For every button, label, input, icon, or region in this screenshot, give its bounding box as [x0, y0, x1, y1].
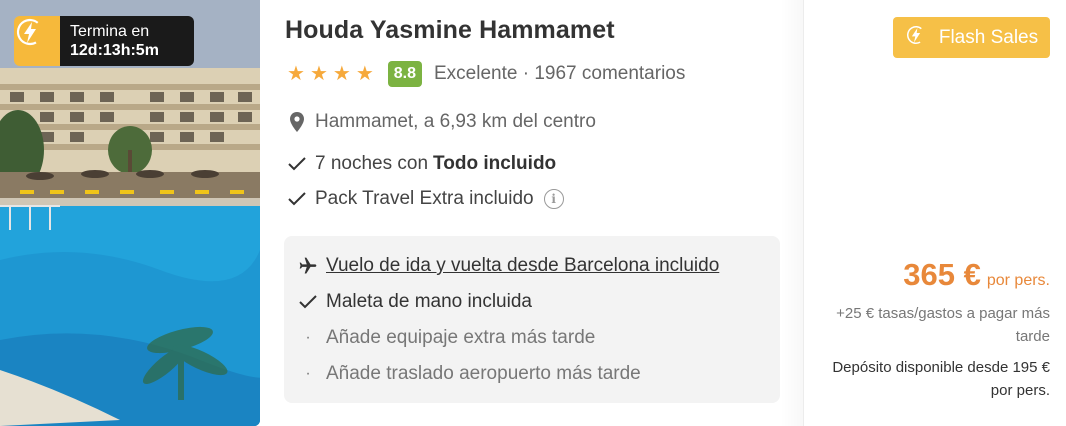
countdown-text: Termina en 12d:13h:5m — [60, 16, 194, 66]
check-icon — [298, 295, 318, 309]
hotel-offer-card[interactable]: Termina en 12d:13h:5m Houda Yasmine Hamm… — [0, 0, 1066, 426]
price: 365 € por pers. — [903, 257, 1050, 293]
info-icon[interactable]: i — [543, 189, 564, 209]
star-icon: ★ — [287, 63, 305, 85]
check-icon — [287, 157, 307, 171]
fees-note: +25 € tasas/gastos a pagar más tarde — [836, 305, 1050, 345]
flash-sales-badge[interactable]: Flash Sales — [893, 17, 1050, 58]
star-icon: ★ — [355, 63, 374, 85]
hotel-location: Hammamet, a 6,93 km del centro — [287, 109, 596, 135]
flash-sales-label: Flash Sales — [938, 26, 1039, 48]
pack-text: Pack Travel Extra incluido — [315, 188, 534, 209]
hotel-photo[interactable]: Termina en 12d:13h:5m — [0, 0, 260, 426]
hotel-name[interactable]: Houda Yasmine Hammamet — [285, 16, 615, 45]
flight-route-row[interactable]: Vuelo de ida y vuelta desde Barcelona in… — [298, 253, 719, 279]
price-amount: 365 € — [903, 257, 981, 292]
countdown-value: 12d:13h:5m — [70, 42, 159, 59]
check-icon — [287, 192, 307, 206]
location-pin-icon — [287, 112, 307, 132]
column-divider — [803, 0, 804, 426]
bolt-icon — [14, 16, 60, 66]
review-summary[interactable]: Excelente · 1967 comentarios — [434, 63, 685, 85]
column-shadow — [780, 0, 804, 426]
star-icon: ★ — [332, 63, 351, 85]
feature-nights: 7 noches con Todo incluido — [287, 151, 556, 177]
hotel-stars: ★ ★ ★ ★ — [287, 64, 374, 84]
board-type: Todo incluido — [433, 153, 557, 174]
deposit-note: Depósito disponible desde 195 € por pers… — [832, 359, 1050, 399]
nights-text: 7 noches con — [315, 153, 429, 174]
plane-icon — [298, 256, 318, 276]
hand-luggage-row: Maleta de mano incluida — [298, 289, 532, 315]
extra-luggage-text: Añade equipaje extra más tarde — [326, 327, 596, 348]
star-icon: ★ — [309, 63, 328, 85]
transfer-text: Añade traslado aeropuerto más tarde — [326, 363, 641, 384]
flight-details-box: Vuelo de ida y vuelta desde Barcelona in… — [284, 236, 780, 403]
location-text: Hammamet, a 6,93 km del centro — [315, 111, 596, 132]
bolt-icon — [905, 24, 927, 52]
review-score: 8.8 — [387, 61, 422, 87]
bullet-dot-icon: · — [305, 329, 311, 346]
countdown-badge: Termina en 12d:13h:5m — [14, 16, 194, 66]
price-unit: por pers. — [986, 272, 1050, 289]
rating-row: ★ ★ ★ ★ 8.8 Excelente · 1967 comentarios — [287, 60, 685, 88]
extra-luggage-row: · Añade equipaje extra más tarde — [298, 325, 595, 351]
bullet-dot-icon: · — [305, 365, 311, 382]
transfer-row: · Añade traslado aeropuerto más tarde — [298, 361, 641, 387]
countdown-label: Termina en — [70, 23, 150, 40]
hand-luggage-text: Maleta de mano incluida — [326, 291, 532, 312]
flight-route-link[interactable]: Vuelo de ida y vuelta desde Barcelona in… — [326, 255, 719, 277]
feature-pack: Pack Travel Extra incluido i — [287, 186, 564, 212]
